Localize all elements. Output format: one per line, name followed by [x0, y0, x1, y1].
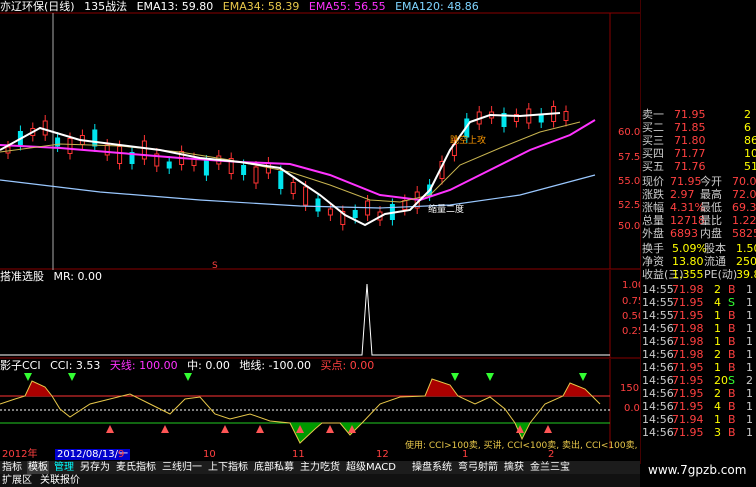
cci-up-arrow: [221, 425, 229, 433]
extension-tab-bar: 扩展区 关联报价: [0, 474, 640, 487]
candle-body: [104, 144, 110, 156]
tab-11[interactable]: 弯弓射箭: [457, 461, 499, 474]
candle-body: [563, 111, 569, 121]
cci-panel[interactable]: 影子CCI CCI: 3.53 天线: 100.00 中: 0.00 地线: -…: [0, 359, 649, 449]
cci-down-arrow: [579, 373, 587, 381]
main-chart[interactable]: 亦辽环保(日线) 135战法 EMA13: 59.80 EMA34: 58.39…: [0, 0, 647, 270]
xaxis-10: 10: [203, 449, 216, 460]
xaxis-year: 2012年: [2, 449, 38, 460]
tab-0[interactable]: 指标: [1, 461, 23, 474]
candle-body: [253, 166, 259, 184]
candle-body: [117, 146, 123, 164]
cci-up-arrow: [161, 425, 169, 433]
cci-down-arrow: [184, 373, 192, 381]
quote-divider: [640, 0, 641, 464]
xaxis-9: 9: [118, 449, 125, 460]
xaxis-1: 1: [462, 449, 469, 460]
candle-body: [402, 200, 408, 210]
candle-body: [141, 140, 147, 160]
tab-4[interactable]: 麦氏指标: [115, 461, 157, 474]
tab-10[interactable]: 操盘系统: [411, 461, 453, 474]
cci-down-arrow: [24, 373, 32, 381]
candle-body: [67, 138, 73, 154]
indicator-panel-2[interactable]: 搭准选股 MR: 0.00 1.00 0.75 0.50 0.25: [0, 270, 644, 359]
watermark-text: www.7gpzb.com: [648, 463, 747, 477]
annotation-gap: 跳空上攻: [450, 134, 486, 146]
cci-up-arrow: [544, 425, 552, 433]
mr-spike: [0, 283, 610, 356]
tab-7[interactable]: 底部私募: [253, 461, 295, 474]
candle-body: [290, 182, 296, 194]
xaxis-12: 12: [376, 449, 389, 460]
tab-5[interactable]: 三线归一: [161, 461, 203, 474]
ema55-line: [0, 119, 596, 202]
candle-body: [278, 171, 284, 189]
ext-tab-1[interactable]: 关联报价: [39, 474, 81, 487]
annotation-break: 缩量二度: [428, 203, 464, 215]
cci-down-arrow: [451, 373, 459, 381]
ext-tab-0[interactable]: 扩展区: [1, 474, 33, 487]
candle-body: [303, 186, 309, 206]
cci-usage-text: 使用: CCI>100卖, 买讲, CCI<100卖, 卖出, CCI<100卖…: [405, 439, 640, 449]
xaxis-11: 11: [292, 449, 305, 460]
candle-body: [203, 160, 209, 176]
tab-13[interactable]: 金兰三宝: [529, 461, 571, 474]
tab-12[interactable]: 擒获: [503, 461, 525, 474]
price-chart-canvas: 跳空上攻 缩量二度 S: [0, 12, 640, 270]
indicator-tab-bar: 指标 模板 管理 另存为 麦氏指标 三线归一 上下指标 底部私募 主力吃货 超级MACD 操盘系统弯…: [0, 461, 640, 474]
cci-up-arrow: [256, 425, 264, 433]
tab-6[interactable]: 上下指标: [207, 461, 249, 474]
candle-body: [327, 208, 333, 216]
tab-8[interactable]: 主力吃货: [299, 461, 341, 474]
tab-3[interactable]: 另存为: [79, 461, 111, 474]
cci-down-arrow: [486, 373, 494, 381]
candle-body: [241, 165, 247, 175]
candle-body: [5, 146, 11, 154]
tab-2[interactable]: 管理: [53, 461, 75, 474]
cci-up-arrow: [106, 425, 114, 433]
xaxis-2: 2: [548, 449, 555, 460]
cci-up-arrow: [326, 425, 334, 433]
tab-1[interactable]: 模板: [27, 461, 49, 474]
cci-canvas: 使用: CCI>100卖, 买讲, CCI<100卖, 卖出, CCI<100卖…: [0, 359, 640, 449]
candle-body: [315, 198, 321, 212]
cci-over-fill: [25, 379, 592, 396]
ema13-line: [0, 112, 561, 227]
candle-body: [352, 210, 358, 218]
sell-marker: S: [212, 261, 218, 270]
candle-body: [92, 129, 98, 147]
candle-body: [42, 120, 48, 136]
candle-body: [166, 161, 172, 169]
tab-9[interactable]: 超级MACD: [345, 461, 397, 474]
cci-down-arrow: [68, 373, 76, 381]
panel2-canvas: [0, 270, 640, 359]
